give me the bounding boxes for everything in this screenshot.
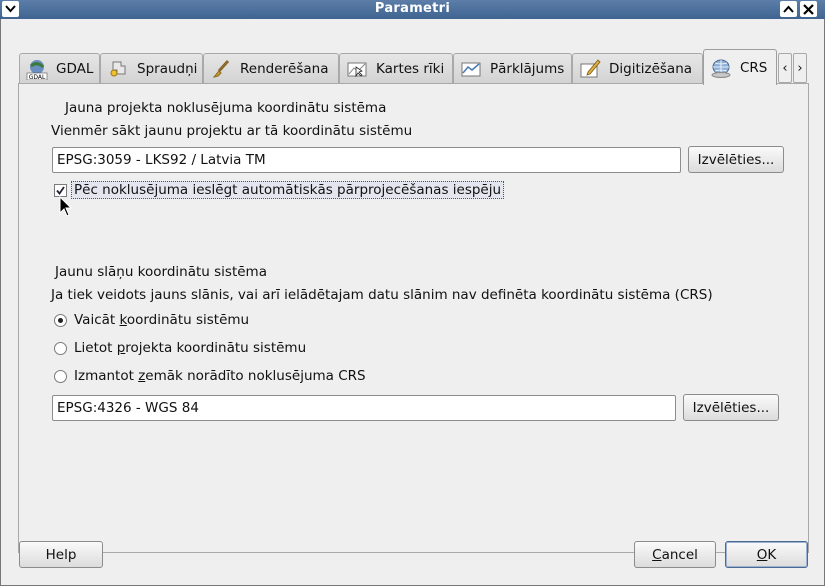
radio-prompt-crs-label[interactable]: Vaicāt koordinātu sistēmu: [74, 312, 249, 328]
button-label: K: [767, 546, 777, 563]
button-label: ancel: [661, 546, 698, 563]
layer-crs-field[interactable]: EPSG:4326 - WGS 84: [52, 395, 676, 421]
label-text: Lietot: [74, 340, 117, 356]
overlay-icon: [461, 62, 481, 77]
plugin-icon: [110, 61, 126, 77]
project-crs-field[interactable]: EPSG:3059 - LKS92 / Latvia TM: [52, 147, 681, 173]
checkmark-icon: [56, 186, 65, 195]
radio-default-crs[interactable]: [54, 370, 67, 383]
label-text: emāk norādīto noklusējuma CRS: [145, 368, 366, 384]
tab-scroll-right-icon[interactable]: ›: [793, 53, 807, 83]
globe-icon: [711, 59, 731, 78]
tab-label: Renderēšana: [240, 61, 329, 77]
layer-crs-description: Ja tiek veidots jauns slānis, vai arī ie…: [51, 287, 713, 303]
tab-digitizing[interactable]: Digitizēšana: [572, 53, 703, 84]
radio-default-crs-label[interactable]: Izmantot zemāk norādīto noklusējuma CRS: [74, 368, 366, 384]
tab-scroll-left-icon[interactable]: ‹: [778, 53, 792, 83]
close-icon[interactable]: [800, 1, 817, 17]
tab-rendering[interactable]: Renderēšana: [203, 53, 339, 84]
tab-plugins[interactable]: Spraudņi: [100, 53, 203, 84]
tab-label: Spraudņi: [137, 61, 198, 77]
tab-label: Digitizēšana: [609, 61, 693, 77]
shortcut-key: O: [756, 546, 768, 563]
tab-overlay[interactable]: Pārklājums: [453, 53, 572, 84]
tab-map-tools[interactable]: Kartes rīki: [339, 53, 453, 84]
digitize-icon: [580, 59, 601, 78]
label-text: rojekta koordinātu sistēmu: [125, 340, 307, 356]
svg-text:GDAL: GDAL: [29, 74, 46, 80]
shortcut-key: C: [652, 546, 662, 563]
auto-reproject-label[interactable]: Pēc noklusējuma ieslēgt automātiskās pār…: [71, 181, 505, 199]
project-crs-select-button[interactable]: Izvēlēties...: [688, 146, 784, 173]
cancel-button[interactable]: Cancel: [634, 541, 716, 568]
map-tools-icon: [347, 62, 367, 78]
options-dialog: GDAL GDAL Spraudņi Renderēšana Kartes rī…: [0, 19, 825, 586]
layer-crs-heading: Jaunu slāņu koordinātu sistēma: [55, 264, 267, 280]
project-crs-description: Vienmēr sākt jaunu projektu ar tā koordi…: [51, 123, 413, 139]
tab-label: Kartes rīki: [376, 61, 445, 77]
tab-label: GDAL: [56, 61, 94, 77]
radio-prompt-crs[interactable]: [54, 314, 67, 327]
radio-project-crs[interactable]: [54, 342, 67, 355]
shortcut-key: p: [116, 340, 126, 356]
title-bar[interactable]: Parametri: [0, 0, 825, 19]
crs-settings-panel: Jauna projekta noklusējuma koordinātu si…: [18, 83, 809, 553]
gdal-icon: GDAL: [26, 60, 48, 80]
help-button[interactable]: Help: [19, 541, 103, 568]
tab-gdal[interactable]: GDAL GDAL: [19, 53, 100, 84]
label-text: Izmantot: [74, 368, 139, 384]
brush-icon: [212, 59, 230, 78]
window-title: Parametri: [374, 1, 451, 16]
tab-crs[interactable]: CRS: [703, 49, 777, 85]
tab-label: CRS: [740, 59, 768, 76]
mouse-cursor-icon: [59, 196, 73, 217]
tab-label: Pārklājums: [490, 61, 565, 77]
layer-crs-select-button[interactable]: Izvēlēties...: [683, 394, 779, 421]
shortcut-key: k: [119, 312, 127, 328]
radio-project-crs-label[interactable]: Lietot projekta koordinātu sistēmu: [74, 340, 306, 356]
project-crs-heading: Jauna projekta noklusējuma koordinātu si…: [65, 100, 387, 116]
label-text: Vaicāt: [74, 312, 120, 328]
maximize-icon[interactable]: [780, 1, 797, 17]
ok-button[interactable]: OK: [725, 541, 808, 568]
label-text: oordinātu sistēmu: [126, 312, 250, 328]
